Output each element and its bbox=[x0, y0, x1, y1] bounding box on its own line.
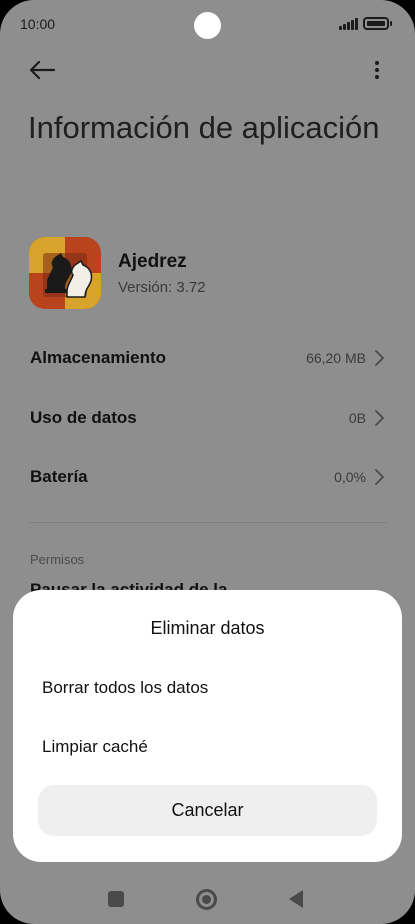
page-title: Información de aplicación bbox=[28, 110, 380, 145]
clear-all-data-option[interactable]: Borrar todos los datos bbox=[42, 673, 372, 703]
app-version: Versión: 3.72 bbox=[118, 279, 206, 296]
row-label: Batería bbox=[30, 467, 88, 486]
arrow-left-icon bbox=[29, 60, 56, 80]
row-value: 0,0% bbox=[334, 469, 366, 485]
battery-row[interactable]: Batería 0,0% bbox=[0, 453, 415, 501]
row-label: Uso de datos bbox=[30, 408, 137, 427]
dialog-title: Eliminar datos bbox=[150, 618, 265, 638]
signal-icon bbox=[339, 18, 359, 30]
circle-icon[interactable] bbox=[196, 889, 217, 910]
back-button[interactable] bbox=[24, 52, 60, 88]
status-time: 10:00 bbox=[20, 16, 56, 32]
row-value: 66,20 MB bbox=[306, 350, 366, 366]
chevron-right-icon bbox=[375, 410, 384, 426]
front-camera bbox=[194, 12, 221, 39]
clear-cache-option[interactable]: Limpiar caché bbox=[42, 732, 372, 762]
clear-data-dialog: Eliminar datos Borrar todos los datos Li… bbox=[13, 590, 402, 862]
row-value: 0B bbox=[348, 410, 366, 426]
permissions-section-label: Permisos bbox=[30, 552, 85, 567]
more-vertical-icon bbox=[375, 61, 379, 79]
triangle-back-icon[interactable] bbox=[289, 890, 303, 908]
section-divider bbox=[30, 522, 386, 523]
storage-row[interactable]: Almacenamiento 66,20 MB bbox=[0, 334, 415, 382]
chevron-right-icon bbox=[375, 469, 384, 485]
cancel-button[interactable]: Cancelar bbox=[38, 785, 377, 836]
chess-knight-icon bbox=[29, 237, 101, 309]
chevron-right-icon bbox=[375, 350, 384, 366]
battery-icon bbox=[363, 17, 392, 30]
phone-screen: 10:00 Información de aplicación Ajedrez … bbox=[0, 0, 415, 924]
app-name: Ajedrez bbox=[118, 251, 187, 272]
status-bar: 10:00 bbox=[0, 0, 415, 50]
row-label: Almacenamiento bbox=[30, 348, 167, 367]
data-usage-row[interactable]: Uso de datos 0B bbox=[0, 394, 415, 442]
more-options-button[interactable] bbox=[360, 52, 394, 88]
square-icon[interactable] bbox=[108, 891, 124, 907]
app-icon bbox=[29, 237, 101, 309]
